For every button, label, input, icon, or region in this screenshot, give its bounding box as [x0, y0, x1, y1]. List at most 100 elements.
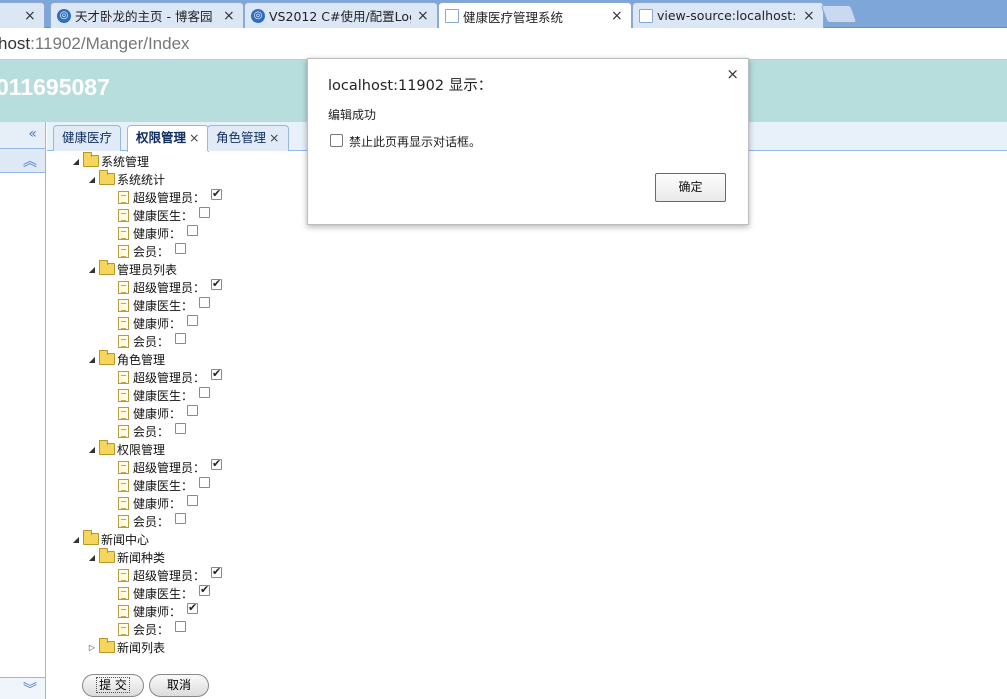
chevron-down-icon[interactable]: ︾ — [23, 679, 37, 699]
tree-module[interactable]: ◢ 权限管理 — [87, 440, 165, 458]
role-checkbox[interactable] — [175, 620, 187, 632]
file-icon — [118, 208, 129, 222]
role-checkbox[interactable] — [175, 422, 187, 434]
collapse-arrow-icon[interactable]: ◢ — [87, 355, 97, 364]
ok-button[interactable]: 确定 — [655, 173, 726, 202]
close-icon[interactable]: × — [269, 130, 279, 145]
role-checkbox[interactable] — [187, 494, 199, 506]
close-icon[interactable]: × — [24, 8, 36, 24]
role-checkbox[interactable] — [211, 565, 223, 578]
close-icon[interactable]: × — [803, 8, 815, 24]
close-icon[interactable]: × — [417, 8, 429, 24]
tree-role-item[interactable]: 健康医生： — [117, 296, 211, 314]
tree-role-item[interactable]: 会员： — [117, 422, 187, 440]
collapse-arrow-icon[interactable]: ◢ — [87, 553, 97, 562]
close-icon[interactable]: × — [189, 130, 199, 145]
file-icon — [118, 316, 129, 330]
tree-role-item[interactable]: 健康医生： — [117, 583, 211, 602]
tree-node-label: 系统统计 — [117, 172, 166, 187]
role-checkbox[interactable] — [211, 277, 223, 290]
tree-role-item[interactable]: 超级管理员： — [117, 457, 223, 476]
role-checkbox[interactable] — [211, 367, 223, 380]
role-checkbox[interactable] — [187, 224, 199, 236]
role-checkbox[interactable] — [175, 332, 187, 344]
tree-role-item[interactable]: 健康师： — [117, 404, 199, 422]
tree-module[interactable]: ◢ 新闻种类 — [87, 548, 165, 566]
file-icon — [118, 568, 129, 582]
close-icon[interactable]: × — [726, 65, 739, 83]
collapse-arrow-icon[interactable]: ◢ — [87, 445, 97, 454]
role-checkbox[interactable] — [211, 187, 223, 200]
chevron-up-icon[interactable]: ︽ — [23, 151, 37, 171]
role-checkbox[interactable] — [199, 386, 211, 398]
role-checkbox[interactable] — [199, 206, 211, 218]
collapse-arrow-icon[interactable]: ◢ — [71, 157, 81, 166]
new-tab-button[interactable] — [820, 5, 858, 23]
folder-icon — [99, 548, 115, 563]
browser-tab-0[interactable]: 理 × — [0, 2, 45, 28]
submit-button[interactable]: 提 交 — [82, 674, 144, 697]
browser-tab-1[interactable]: ◎ 天才卧龙的主页 - 博客园 × — [50, 2, 244, 28]
tree-role-item[interactable]: 超级管理员： — [117, 565, 223, 584]
tree-group[interactable]: ◢ 系统管理 — [71, 152, 149, 170]
tree-role-item[interactable]: 健康医生： — [117, 386, 211, 404]
role-checkbox[interactable] — [187, 601, 199, 614]
tab-permission-management[interactable]: 权限管理 × — [127, 125, 209, 152]
tree-role-item[interactable]: 超级管理员： — [117, 187, 223, 206]
folder-icon — [99, 638, 115, 653]
tab-label: 权限管理 — [136, 130, 187, 145]
tree-node-label: 系统管理 — [101, 154, 150, 169]
tab-health-care[interactable]: 健康医疗 — [53, 125, 122, 151]
left-panel-header: « — [0, 122, 45, 149]
collapse-arrow-icon[interactable]: ◢ — [87, 175, 97, 184]
tree-module[interactable]: ◢ 系统统计 — [87, 170, 165, 188]
browser-tab-4[interactable]: view-source:localhost:1 × — [632, 2, 824, 28]
address-bar[interactable]: host:11902/Manger/Index — [0, 28, 1007, 60]
role-checkbox[interactable] — [199, 476, 211, 488]
browser-tab-3[interactable]: 健康医疗管理系统 × — [438, 2, 632, 29]
tree-module[interactable]: ◢ 角色管理 — [87, 350, 165, 368]
role-checkbox[interactable] — [199, 296, 211, 308]
tree-role-item[interactable]: 会员： — [117, 620, 187, 638]
tree-role-item[interactable]: 健康师： — [117, 494, 199, 512]
file-icon — [118, 280, 129, 294]
dialog-message: 编辑成功 — [328, 108, 377, 122]
collapse-arrow-icon[interactable]: ◢ — [71, 535, 81, 544]
browser-tab-title: view-source:localhost:1 — [657, 8, 797, 23]
cancel-button[interactable]: 取消 — [149, 674, 209, 697]
tree-role-item[interactable]: 会员： — [117, 512, 187, 530]
tree-node-label: 会员： — [133, 514, 170, 529]
tree-module[interactable]: ▷ 新闻列表 — [87, 638, 165, 656]
browser-tab-2[interactable]: ◎ VS2012 C#使用/配置Log × — [244, 2, 438, 28]
suppress-dialogs-checkbox[interactable] — [330, 134, 343, 147]
role-checkbox[interactable] — [175, 512, 187, 524]
close-icon[interactable]: × — [611, 8, 623, 24]
address-url[interactable]: host:11902/Manger/Index — [0, 34, 190, 54]
tree-role-item[interactable]: 健康医生： — [117, 476, 211, 494]
tree-role-item[interactable]: 会员： — [117, 242, 187, 260]
tree-role-item[interactable]: 健康师： — [117, 224, 199, 242]
role-checkbox[interactable] — [187, 314, 199, 326]
folder-icon — [99, 260, 115, 275]
role-checkbox[interactable] — [175, 242, 187, 254]
collapse-left-icon[interactable]: « — [28, 126, 37, 142]
role-checkbox[interactable] — [187, 404, 199, 416]
tree-node-label: 角色管理 — [117, 352, 166, 367]
expand-arrow-icon[interactable]: ▷ — [87, 643, 97, 652]
close-icon[interactable]: × — [223, 8, 235, 24]
tree-module[interactable]: ◢ 管理员列表 — [87, 260, 177, 278]
browser-tab-title: VS2012 C#使用/配置Log — [269, 9, 411, 24]
tree-role-item[interactable]: 健康师： — [117, 314, 199, 332]
tree-role-item[interactable]: 超级管理员： — [117, 277, 223, 296]
tree-group[interactable]: ◢ 新闻中心 — [71, 530, 149, 548]
tab-role-management[interactable]: 角色管理 × — [207, 125, 289, 151]
collapse-arrow-icon[interactable]: ◢ — [87, 265, 97, 274]
tree-role-item[interactable]: 会员： — [117, 332, 187, 350]
alert-dialog: localhost:11902 显示： × 编辑成功 禁止此页再显示对话框。 确… — [307, 58, 749, 225]
role-checkbox[interactable] — [211, 457, 223, 470]
tree-role-item[interactable]: 健康师： — [117, 601, 199, 620]
tree-role-item[interactable]: 健康医生： — [117, 206, 211, 224]
role-checkbox[interactable] — [199, 583, 211, 596]
tree-role-item[interactable]: 超级管理员： — [117, 367, 223, 386]
tree-node-label: 超级管理员： — [133, 460, 206, 475]
